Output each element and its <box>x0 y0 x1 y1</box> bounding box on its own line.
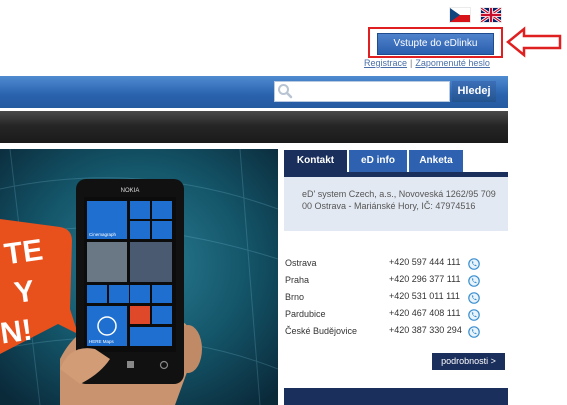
details-button[interactable]: podrobnosti > <box>432 353 505 370</box>
tile-label-cinemagraph: Cinemagraph <box>89 232 117 237</box>
company-address: eD' system Czech, a.s., Novoveská 1262/9… <box>302 189 496 211</box>
login-button[interactable]: Vstupte do eDlinku <box>377 33 494 55</box>
call-icon[interactable] <box>468 292 480 304</box>
contact-city: Brno <box>285 292 305 302</box>
czech-flag-icon[interactable] <box>450 8 470 22</box>
contact-city: Pardubice <box>285 309 326 319</box>
contact-phone: +420 531 011 111 <box>389 291 460 301</box>
promo-letters-1: TE <box>2 233 45 271</box>
tab-anketa[interactable]: Anketa <box>409 150 463 172</box>
tab-ed-info[interactable]: eD info <box>349 150 407 172</box>
contact-phone: +420 296 377 111 <box>389 274 461 284</box>
contact-phone: +420 467 408 111 <box>389 308 461 318</box>
tile-label-here-maps: HERE Maps <box>89 339 115 344</box>
tab-kontakt[interactable]: Kontakt <box>284 150 347 172</box>
uk-flag-icon[interactable] <box>481 8 501 22</box>
contact-phone: +420 597 444 111 <box>389 257 461 267</box>
next-panel-header <box>284 388 508 405</box>
call-icon[interactable] <box>468 258 480 270</box>
call-icon[interactable] <box>468 326 480 338</box>
promo-letters-3: N! <box>0 314 34 351</box>
search-button[interactable]: Hledej <box>452 81 496 102</box>
call-icon[interactable] <box>468 309 480 321</box>
promo-banner[interactable]: NOKIA Cinemagraph HERE Maps TE Y N! <box>0 149 278 405</box>
promo-banner-image: NOKIA Cinemagraph HERE Maps TE Y N! <box>0 149 278 405</box>
phone-brand-label: NOKIA <box>121 188 140 194</box>
search-icon <box>278 84 293 99</box>
contact-city: České Budějovice <box>285 326 358 336</box>
call-icon[interactable] <box>468 275 480 287</box>
contact-phone: +420 387 330 294 <box>389 325 462 335</box>
contact-city: Praha <box>285 275 310 285</box>
left-arrow-icon <box>506 26 562 58</box>
search-input[interactable] <box>274 81 450 102</box>
account-links: Registrace | Zapomenuté heslo <box>364 58 490 68</box>
forgot-password-link[interactable]: Zapomenuté heslo <box>415 58 490 68</box>
main-nav-bar <box>0 111 508 143</box>
contact-city: Ostrava <box>285 258 317 268</box>
register-link[interactable]: Registrace <box>364 58 407 68</box>
link-separator: | <box>410 58 413 68</box>
